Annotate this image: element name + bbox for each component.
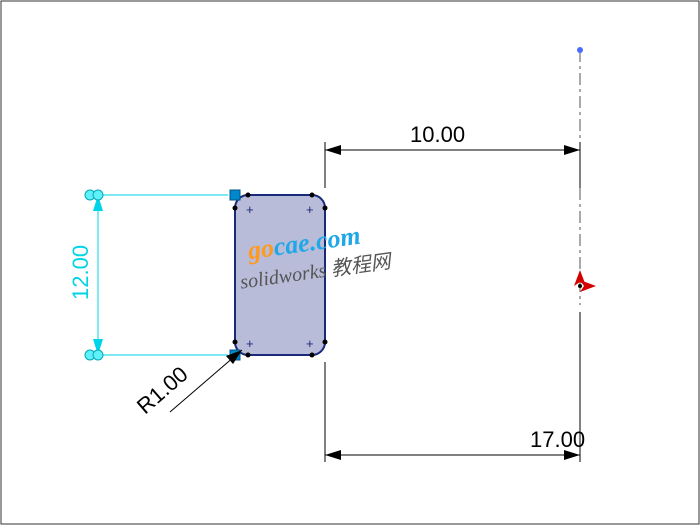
dimension-value: R1.00 bbox=[132, 361, 193, 418]
sketch-point[interactable] bbox=[246, 193, 251, 198]
sketch-point[interactable] bbox=[323, 340, 328, 345]
sketch-point[interactable] bbox=[323, 206, 328, 211]
dimension-value: 10.00 bbox=[410, 122, 465, 147]
constraint-mark: + bbox=[246, 202, 254, 217]
dimension-value: 12.00 bbox=[68, 245, 93, 300]
sketch-point[interactable] bbox=[310, 193, 315, 198]
sketch-point[interactable] bbox=[310, 353, 315, 358]
grip-selected[interactable] bbox=[93, 350, 103, 360]
dimension-bottom[interactable]: 17.00 bbox=[325, 312, 585, 462]
constraint-mark: + bbox=[246, 336, 254, 351]
grip-selected[interactable] bbox=[93, 190, 103, 200]
grip[interactable] bbox=[230, 190, 240, 200]
sketch-point[interactable] bbox=[246, 353, 251, 358]
constraint-mark: + bbox=[306, 336, 314, 351]
sketch-canvas[interactable]: + + + + 10.00 17.00 bbox=[0, 0, 700, 525]
dimension-left-selected[interactable]: 12.00 bbox=[68, 190, 228, 360]
constraint-mark: + bbox=[306, 202, 314, 217]
dimension-top[interactable]: 10.00 bbox=[325, 122, 580, 188]
dimension-value: 17.00 bbox=[530, 427, 585, 452]
dimension-radius[interactable]: R1.00 bbox=[132, 350, 242, 419]
centerline-endpoint-top bbox=[577, 47, 583, 53]
sketch-point[interactable] bbox=[233, 206, 238, 211]
origin-marker bbox=[574, 270, 596, 292]
sketch-point[interactable] bbox=[233, 340, 238, 345]
